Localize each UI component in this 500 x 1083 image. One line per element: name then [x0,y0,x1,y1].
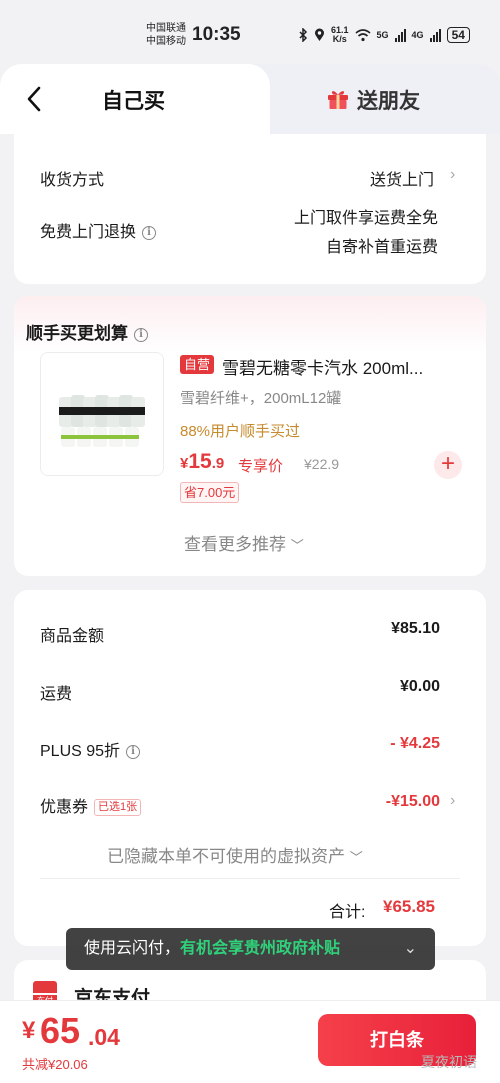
network-speed: 61.1 K/s [331,25,349,44]
plus-discount-label: PLUS 95折 i [40,737,141,761]
product-image[interactable] [40,352,164,476]
goods-amount-value: ¥85.10 [391,620,440,637]
net-type-2: 4G [411,30,424,40]
goods-amount-label: 商品金额 [40,628,105,645]
savings-tag: 省7.00元 [180,482,240,503]
back-arrow-icon[interactable] [24,86,46,112]
soda-cans-image [41,353,163,475]
add-to-order-button[interactable]: + [434,451,462,479]
product-name[interactable]: 雪碧无糖零卡汽水 200ml... [222,354,464,379]
total-symbol: ¥ [22,1017,36,1044]
status-icons: 61.1 K/s 5G 4G 54 [298,26,470,44]
delivery-method-value[interactable]: 送货上门 [340,166,434,190]
double-chevron-down-icon: ⌄ [403,940,417,957]
self-operated-tag: 自营 [180,355,215,374]
union-pay-toast[interactable]: 使用云闪付，有机会享贵州政府补贴 ⌄ [66,928,435,970]
more-recommendations-link[interactable]: 查看更多推荐 ﹀ [184,530,304,555]
chevron-down-icon: ﹀ [290,538,304,553]
info-icon[interactable]: i [142,225,157,240]
wifi-icon [355,28,371,41]
signal-icon-2 [429,28,441,42]
info-icon[interactable]: i [126,744,141,759]
coupon-selected-tag: 已选1张 [94,799,142,817]
location-icon [315,28,324,41]
chevron-down-icon: ﹀ [349,850,363,865]
info-icon[interactable]: i [134,327,148,342]
shipping-label: 运费 [40,686,73,703]
shipping-value: ¥0.00 [399,678,440,695]
clock: 10:35 [192,24,241,45]
free-return-label: 免费上门退换 i [40,218,157,242]
hidden-assets-note[interactable]: 已隐藏本单不可使用的虚拟资产 ﹀ [107,842,363,867]
carrier-names: 中国联通 中国移动 [146,22,186,48]
total-decimal: .04 [88,1024,120,1050]
return-line-1: 上门取件享运费全免 [293,210,438,227]
battery-icon: 54 [446,27,470,43]
total-integer: 65 [40,1010,81,1051]
exclusive-price-label: 专享价 [238,458,284,475]
recommend-title: 顺手买更划算 i [26,319,148,344]
total-label: 合计: [329,904,366,921]
total-value: ¥65.85 [383,897,435,916]
tab-send-friend-label: 送朋友 [357,90,420,113]
product-promo: 88%用户顺手买过 [180,423,301,440]
return-line-2: 自寄补首重运费 [325,239,438,256]
tab-self-buy-label: 自己买 [102,90,165,113]
original-price: ¥22.9 [304,456,340,472]
purchase-mode-tabs: 自己买 送朋友 [0,64,500,134]
plus-discount-value: - ¥4.25 [390,735,440,752]
divider [40,878,460,879]
net-type-1: 5G [376,30,389,40]
bluetooth-icon [299,28,308,42]
delivery-method-label: 收货方式 [40,172,105,189]
product-spec: 雪碧纤维+，200mL12罐 [180,390,342,407]
coupon-value[interactable]: -¥15.00 [386,793,440,811]
coupon-label: 优惠券 已选1张 [40,793,142,817]
total-saved: 共减¥20.06 [22,1057,88,1072]
product-price: ¥15.9 [180,450,225,473]
chevron-right-icon[interactable]: › [450,792,455,810]
chevron-right-icon[interactable]: › [450,166,455,184]
carrier-2: 中国移动 [146,36,186,47]
carrier-1: 中国联通 [146,23,186,34]
gift-icon [328,91,348,109]
signal-icon [394,28,406,42]
status-bar: 中国联通 中国移动 10:35 61.1 K/s 5G 4G 54 [0,0,500,64]
watermark: 夏夜初语 [421,1054,477,1070]
